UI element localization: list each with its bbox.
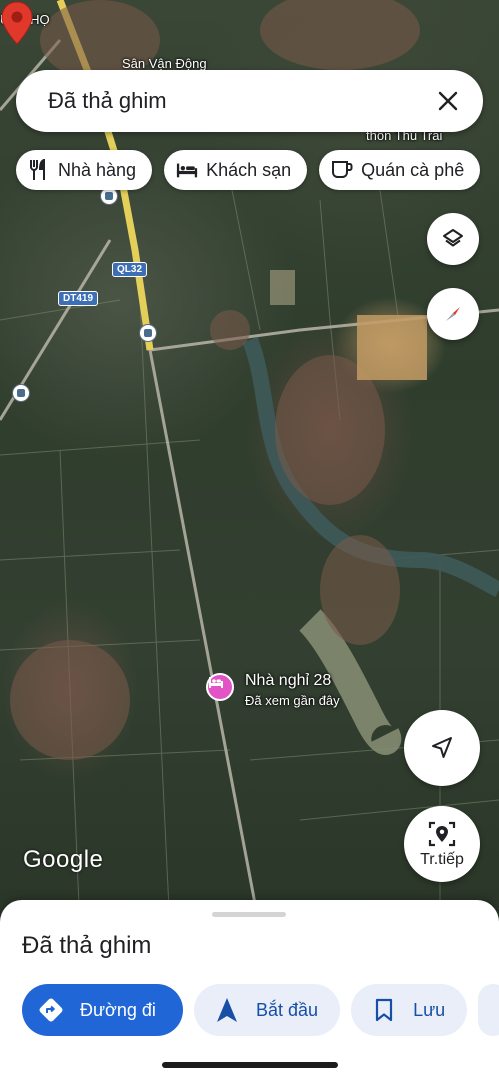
action-buttons: Đường đi Bắt đầu Lưu bbox=[22, 984, 499, 1036]
bookmark-icon bbox=[371, 997, 397, 1023]
directions-label: Đường đi bbox=[80, 999, 156, 1020]
search-title[interactable]: Đã thả ghim bbox=[48, 88, 433, 114]
road-shield-dt419: DT419 bbox=[58, 291, 99, 306]
google-logo: Google bbox=[23, 846, 104, 873]
chip-coffee[interactable]: Quán cà phê bbox=[319, 150, 481, 190]
chip-label: Nhà hàng bbox=[58, 159, 137, 180]
live-view-button[interactable]: Tr.tiếp bbox=[404, 806, 480, 882]
chip-label: Khách sạn bbox=[206, 159, 292, 180]
start-label: Bắt đầu bbox=[256, 999, 319, 1020]
home-indicator bbox=[162, 1062, 338, 1068]
directions-button[interactable]: Đường đi bbox=[22, 984, 183, 1036]
start-button[interactable]: Bắt đầu bbox=[194, 984, 341, 1036]
live-view-label: Tr.tiếp bbox=[420, 851, 464, 868]
coffee-icon bbox=[331, 159, 353, 181]
sheet-title: Đã thả ghim bbox=[22, 932, 152, 959]
hotel-marker-icon[interactable] bbox=[206, 673, 234, 701]
layers-icon bbox=[443, 229, 463, 247]
bus-stop-icon[interactable] bbox=[139, 324, 157, 342]
dropped-pin-icon[interactable] bbox=[0, 0, 34, 46]
save-label: Lưu bbox=[413, 999, 446, 1020]
layers-button[interactable] bbox=[427, 213, 479, 265]
navigation-arrow-icon bbox=[214, 997, 240, 1023]
chip-label: Quán cà phê bbox=[361, 159, 465, 180]
close-button[interactable] bbox=[433, 86, 463, 116]
restaurant-icon bbox=[28, 159, 50, 181]
sheet-drag-handle[interactable] bbox=[212, 912, 286, 917]
compass-button[interactable] bbox=[427, 288, 479, 340]
more-actions-button[interactable] bbox=[478, 984, 499, 1036]
compass-icon bbox=[446, 307, 460, 321]
bottom-sheet[interactable]: Đã thả ghim Đường đi Bắt đầu Lưu bbox=[0, 900, 499, 1080]
save-button[interactable]: Lưu bbox=[351, 984, 468, 1036]
close-icon bbox=[438, 91, 458, 111]
my-location-button[interactable] bbox=[404, 710, 480, 786]
chip-restaurants[interactable]: Nhà hàng bbox=[16, 150, 153, 190]
bus-stop-icon[interactable] bbox=[12, 384, 30, 402]
hotel-icon bbox=[176, 159, 198, 181]
navigation-arrow-icon bbox=[432, 737, 452, 758]
category-chips: Nhà hàng Khách sạn Quán cà phê bbox=[16, 150, 481, 190]
directions-icon bbox=[38, 997, 64, 1023]
live-view-icon bbox=[428, 821, 456, 847]
search-bar[interactable]: Đã thả ghim bbox=[16, 70, 483, 132]
map-view[interactable]: ÚC THỌ Sân Vận Động thôn Thú Trai QL32 D… bbox=[0, 0, 499, 930]
place-name-label[interactable]: Nhà nghỉ 28 bbox=[245, 672, 331, 690]
place-subtitle-label: Đã xem gần đây bbox=[245, 693, 340, 708]
road-shield-ql32: QL32 bbox=[112, 262, 148, 277]
chip-hotels[interactable]: Khách sạn bbox=[164, 150, 308, 190]
map-label-stadium[interactable]: Sân Vận Động bbox=[122, 56, 207, 71]
